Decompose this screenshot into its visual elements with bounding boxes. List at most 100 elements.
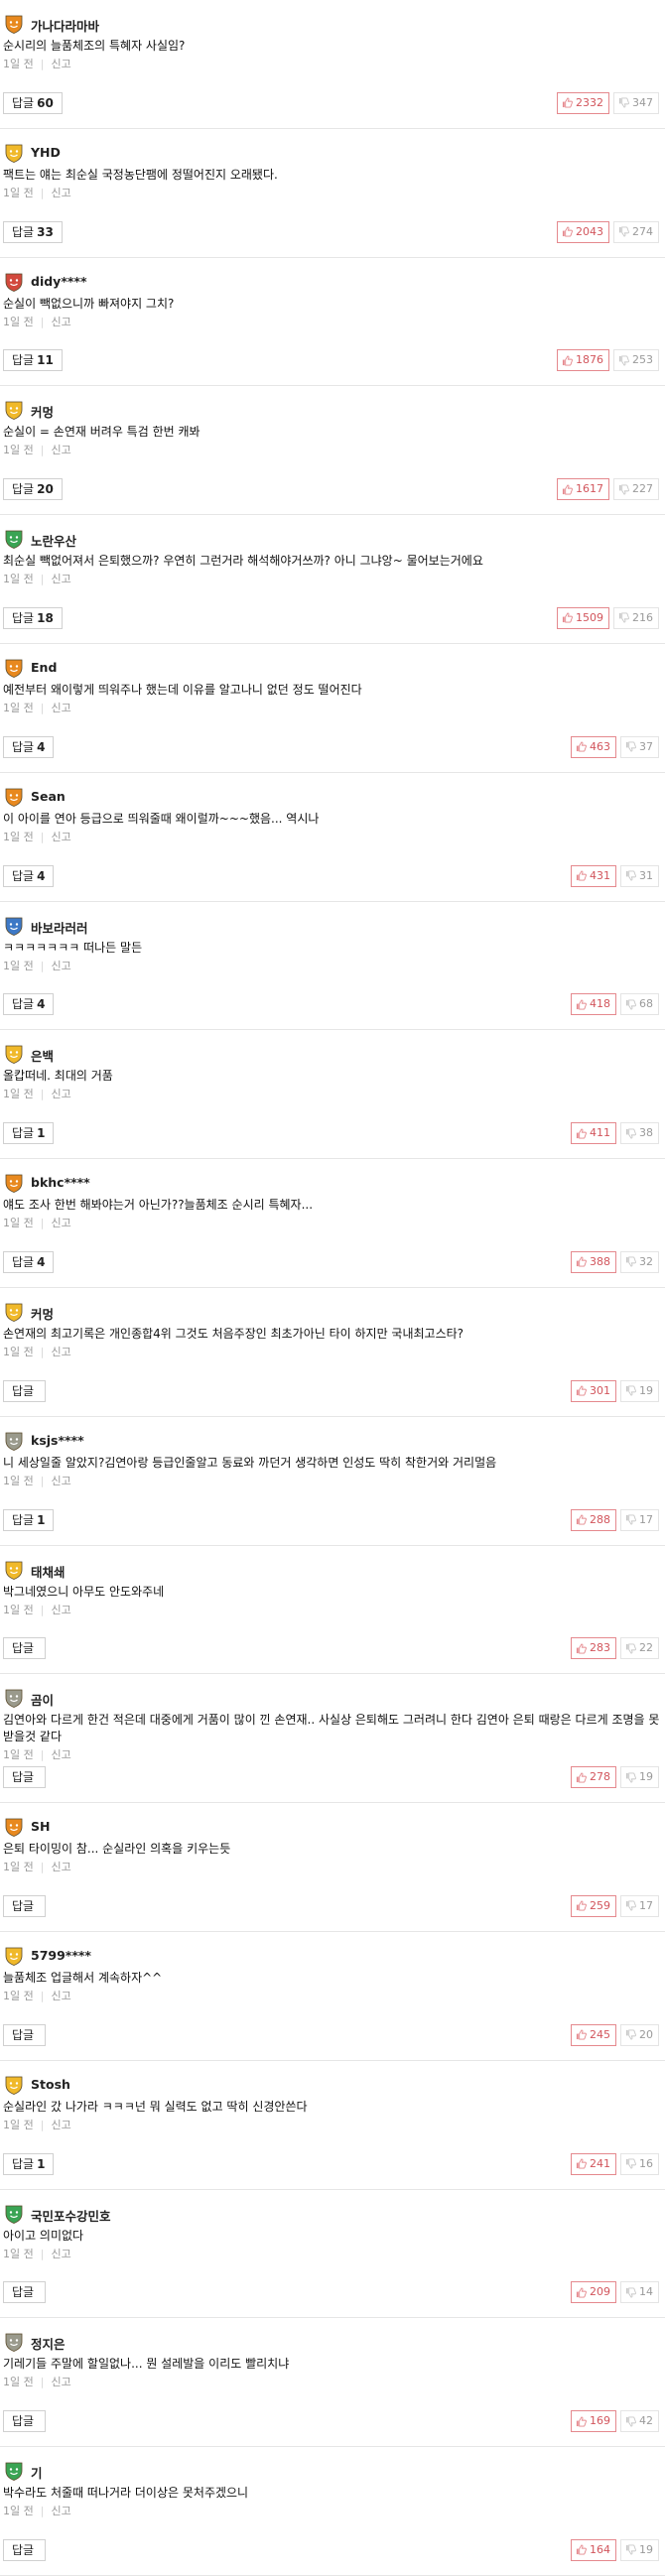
reply-button[interactable]: 답글 4 <box>3 993 55 1016</box>
report-link[interactable]: 신고 <box>51 2376 70 2388</box>
report-link[interactable]: 신고 <box>51 831 70 843</box>
report-link[interactable]: 신고 <box>51 444 70 456</box>
comment-username[interactable]: Stosh <box>31 2077 70 2092</box>
comment-username[interactable]: Sean <box>31 789 66 804</box>
downvote-button[interactable]: 31 <box>620 864 659 887</box>
reply-button[interactable]: 답글 1 <box>3 2152 55 2175</box>
upvote-button[interactable]: 418 <box>571 993 616 1016</box>
reply-button[interactable]: 답글 <box>3 1379 47 1402</box>
reply-button[interactable]: 답글 4 <box>3 1250 55 1273</box>
comment-username[interactable]: 가나다라마바 <box>31 16 99 35</box>
comment-username[interactable]: 기 <box>31 2463 43 2482</box>
report-link[interactable]: 신고 <box>51 1861 70 1873</box>
upvote-button[interactable]: 1876 <box>557 349 609 372</box>
reply-button[interactable]: 답글 1 <box>3 1508 55 1531</box>
upvote-button[interactable]: 431 <box>571 864 616 887</box>
reply-button[interactable]: 답글 <box>3 1894 47 1917</box>
report-link[interactable]: 신고 <box>51 1604 70 1616</box>
downvote-button[interactable]: 20 <box>620 2023 659 2046</box>
upvote-button[interactable]: 388 <box>571 1250 616 1273</box>
report-link[interactable]: 신고 <box>51 2248 70 2260</box>
reply-button[interactable]: 답글 <box>3 2023 47 2046</box>
downvote-button[interactable]: 216 <box>613 606 659 629</box>
downvote-button[interactable]: 19 <box>620 2538 659 2561</box>
reply-button[interactable]: 답글 20 <box>3 478 63 501</box>
comment-username[interactable]: didy**** <box>31 274 86 289</box>
reply-button[interactable]: 답글 18 <box>3 606 63 629</box>
upvote-button[interactable]: 245 <box>571 2023 616 2046</box>
upvote-button[interactable]: 169 <box>571 2410 616 2433</box>
upvote-button[interactable]: 288 <box>571 1508 616 1531</box>
comment-username[interactable]: 국민포수강민호 <box>31 2206 111 2225</box>
upvote-button[interactable]: 259 <box>571 1894 616 1917</box>
upvote-button[interactable]: 283 <box>571 1637 616 1660</box>
report-link[interactable]: 신고 <box>51 1217 70 1229</box>
reply-button[interactable]: 답글 1 <box>3 1122 55 1145</box>
comment-username[interactable]: 노란우산 <box>31 531 76 550</box>
report-link[interactable]: 신고 <box>51 1475 70 1487</box>
report-link[interactable]: 신고 <box>51 187 70 199</box>
comment-username[interactable]: 커멍 <box>31 402 54 421</box>
reply-button[interactable]: 답글 <box>3 2410 47 2433</box>
comment-username[interactable]: bkhc**** <box>31 1175 90 1190</box>
upvote-button[interactable]: 463 <box>571 735 616 758</box>
downvote-button[interactable]: 68 <box>620 993 659 1016</box>
upvote-button[interactable]: 278 <box>571 1766 616 1789</box>
reply-button[interactable]: 답글 <box>3 1766 47 1789</box>
downvote-button[interactable]: 347 <box>613 91 659 114</box>
comment-username[interactable]: 커멍 <box>31 1304 54 1323</box>
comment-username[interactable]: 은백 <box>31 1046 54 1065</box>
reply-button[interactable]: 답글 <box>3 2281 47 2304</box>
downvote-button[interactable]: 227 <box>613 478 659 501</box>
downvote-button[interactable]: 38 <box>620 1122 659 1145</box>
report-link[interactable]: 신고 <box>51 2505 70 2517</box>
downvote-button[interactable]: 32 <box>620 1250 659 1273</box>
reply-button[interactable]: 답글 11 <box>3 349 63 372</box>
reply-button[interactable]: 답글 <box>3 2538 47 2561</box>
comment-username[interactable]: 바보라러러 <box>31 918 88 937</box>
downvote-button[interactable]: 14 <box>620 2281 659 2304</box>
comment-username[interactable]: YHD <box>31 145 61 160</box>
upvote-button[interactable]: 301 <box>571 1379 616 1402</box>
downvote-button[interactable]: 42 <box>620 2410 659 2433</box>
comment-username[interactable]: SH <box>31 1819 50 1834</box>
downvote-button[interactable]: 17 <box>620 1508 659 1531</box>
upvote-button[interactable]: 241 <box>571 2152 616 2175</box>
comment-username[interactable]: 태채쇄 <box>31 1562 66 1581</box>
downvote-button[interactable]: 16 <box>620 2152 659 2175</box>
downvote-button[interactable]: 37 <box>620 735 659 758</box>
comment-username[interactable]: 5799**** <box>31 1948 91 1963</box>
reply-button[interactable]: 답글 60 <box>3 91 63 114</box>
downvote-button[interactable]: 253 <box>613 349 659 372</box>
upvote-button[interactable]: 2043 <box>557 220 609 243</box>
comment-username[interactable]: End <box>31 660 57 675</box>
upvote-button[interactable]: 1509 <box>557 606 609 629</box>
report-link[interactable]: 신고 <box>51 1346 70 1358</box>
downvote-button[interactable]: 274 <box>613 220 659 243</box>
report-link[interactable]: 신고 <box>51 960 70 972</box>
reply-button[interactable]: 답글 4 <box>3 864 55 887</box>
report-link[interactable]: 신고 <box>51 1748 70 1761</box>
downvote-button[interactable]: 19 <box>620 1766 659 1789</box>
reply-button[interactable]: 답글 <box>3 1637 47 1660</box>
upvote-button[interactable]: 164 <box>571 2538 616 2561</box>
reply-button[interactable]: 답글 33 <box>3 220 63 243</box>
report-link[interactable]: 신고 <box>51 1990 70 2002</box>
report-link[interactable]: 신고 <box>51 702 70 714</box>
reply-button[interactable]: 답글 4 <box>3 735 55 758</box>
upvote-button[interactable]: 209 <box>571 2281 616 2304</box>
upvote-button[interactable]: 2332 <box>557 91 609 114</box>
comment-username[interactable]: ksjs**** <box>31 1433 84 1448</box>
report-link[interactable]: 신고 <box>51 1088 70 1100</box>
downvote-button[interactable]: 19 <box>620 1379 659 1402</box>
downvote-button[interactable]: 17 <box>620 1894 659 1917</box>
report-link[interactable]: 신고 <box>51 58 70 70</box>
report-link[interactable]: 신고 <box>51 2119 70 2131</box>
comment-username[interactable]: 정지은 <box>31 2334 66 2353</box>
downvote-button[interactable]: 22 <box>620 1637 659 1660</box>
comment-username[interactable]: 곰이 <box>31 1690 54 1709</box>
upvote-button[interactable]: 411 <box>571 1122 616 1145</box>
report-link[interactable]: 신고 <box>51 573 70 585</box>
upvote-button[interactable]: 1617 <box>557 478 609 501</box>
report-link[interactable]: 신고 <box>51 316 70 328</box>
